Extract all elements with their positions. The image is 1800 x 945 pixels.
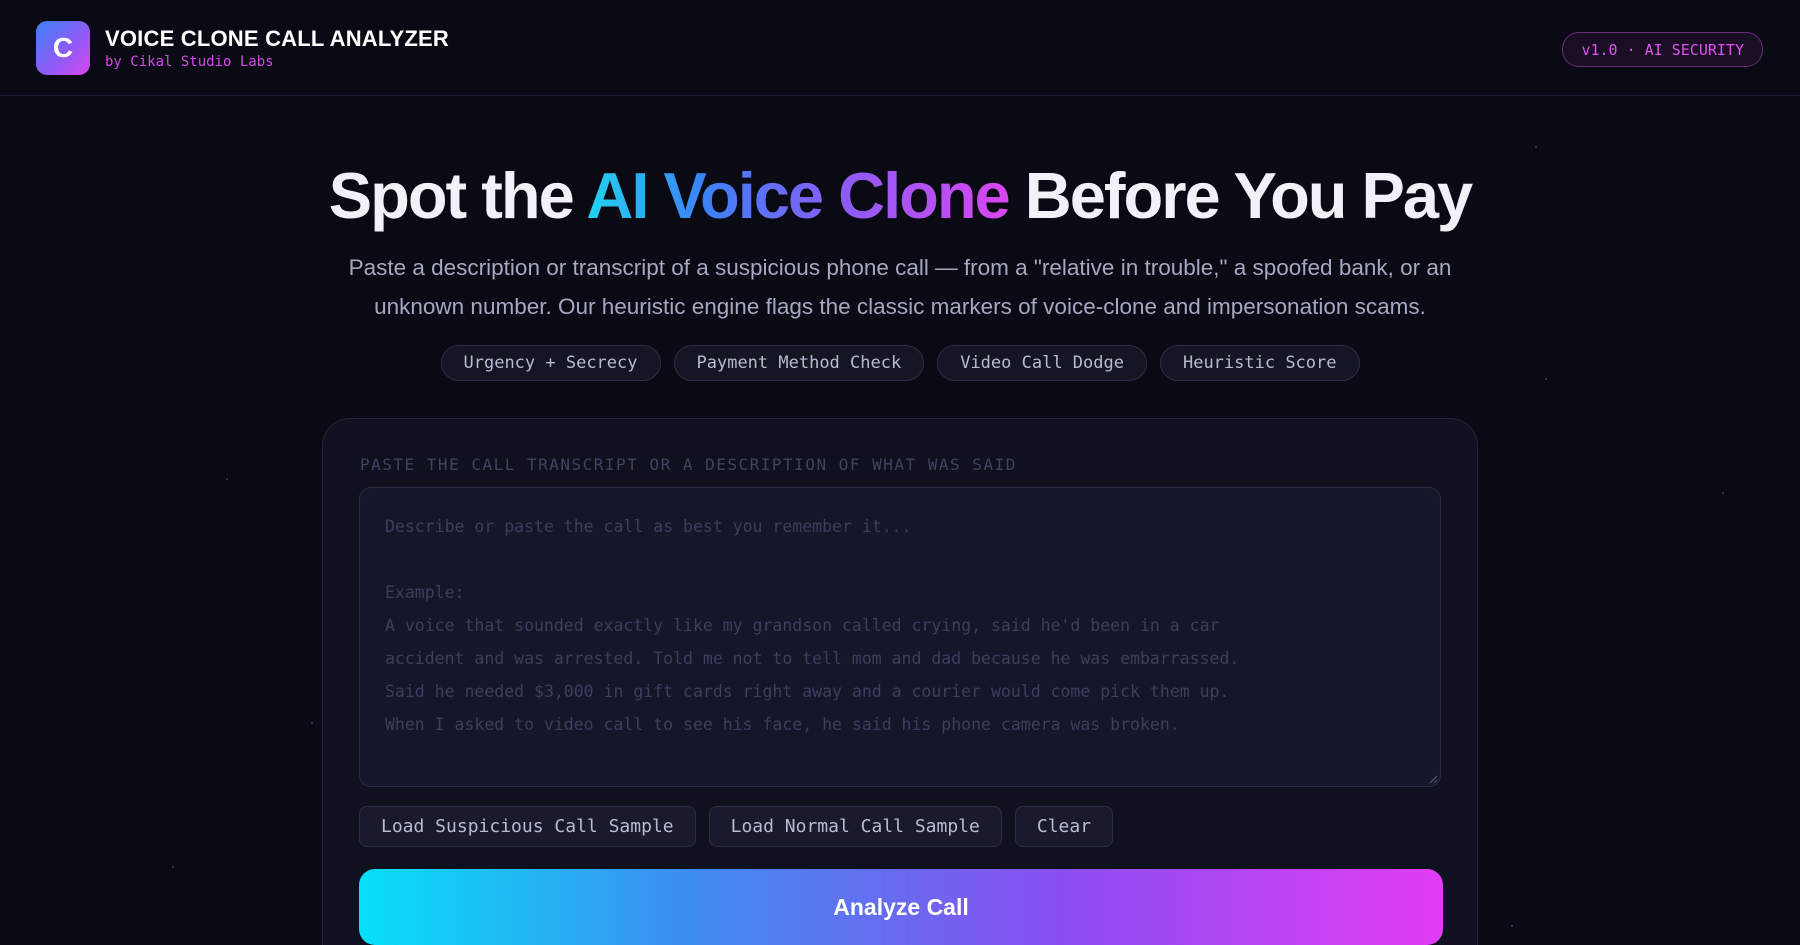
background-star bbox=[226, 478, 228, 480]
logo-letter: C bbox=[52, 32, 74, 63]
load-normal-sample-button[interactable]: Load Normal Call Sample bbox=[708, 806, 1002, 847]
load-suspicious-sample-button[interactable]: Load Suspicious Call Sample bbox=[359, 806, 696, 847]
transcript-input[interactable] bbox=[359, 487, 1441, 787]
app-title: VOICE CLONE CALL ANALYZER bbox=[105, 26, 449, 51]
app-header: C VOICE CLONE CALL ANALYZER by Cikal Stu… bbox=[0, 0, 1800, 96]
feature-chip-payment: Payment Method Check bbox=[673, 345, 925, 381]
background-star bbox=[1722, 492, 1724, 494]
feature-chip-score: Heuristic Score bbox=[1159, 345, 1360, 381]
hero-description: Paste a description or transcript of a s… bbox=[348, 255, 1452, 319]
hero-title: Spot the AI Voice Clone Before You Pay bbox=[0, 158, 1800, 233]
feature-chips: Urgency + Secrecy Payment Method Check V… bbox=[0, 345, 1800, 381]
hero-title-prefix: Spot the bbox=[328, 159, 587, 232]
background-star bbox=[172, 866, 174, 868]
feature-chip-video: Video Call Dodge bbox=[937, 345, 1147, 381]
transcript-label: PASTE THE CALL TRANSCRIPT OR A DESCRIPTI… bbox=[360, 455, 1017, 474]
app-logo: C bbox=[36, 21, 90, 75]
hero-title-highlight: AI Voice Clone bbox=[586, 159, 1010, 232]
background-star bbox=[1535, 146, 1537, 148]
app-subtitle: by Cikal Studio Labs bbox=[105, 54, 274, 70]
sample-actions: Load Suspicious Call Sample Load Normal … bbox=[359, 806, 1114, 847]
analyze-call-button[interactable]: Analyze Call bbox=[359, 869, 1443, 945]
background-star bbox=[1511, 925, 1513, 927]
hero-title-suffix: Before You Pay bbox=[1008, 159, 1473, 232]
feature-chip-urgency: Urgency + Secrecy bbox=[440, 345, 661, 381]
clear-button[interactable]: Clear bbox=[1014, 806, 1114, 847]
background-star bbox=[311, 722, 313, 724]
analyzer-card: PASTE THE CALL TRANSCRIPT OR A DESCRIPTI… bbox=[322, 418, 1478, 945]
resize-grip-icon[interactable] bbox=[1428, 774, 1438, 784]
version-badge: v1.0 · AI SECURITY bbox=[1562, 32, 1763, 67]
